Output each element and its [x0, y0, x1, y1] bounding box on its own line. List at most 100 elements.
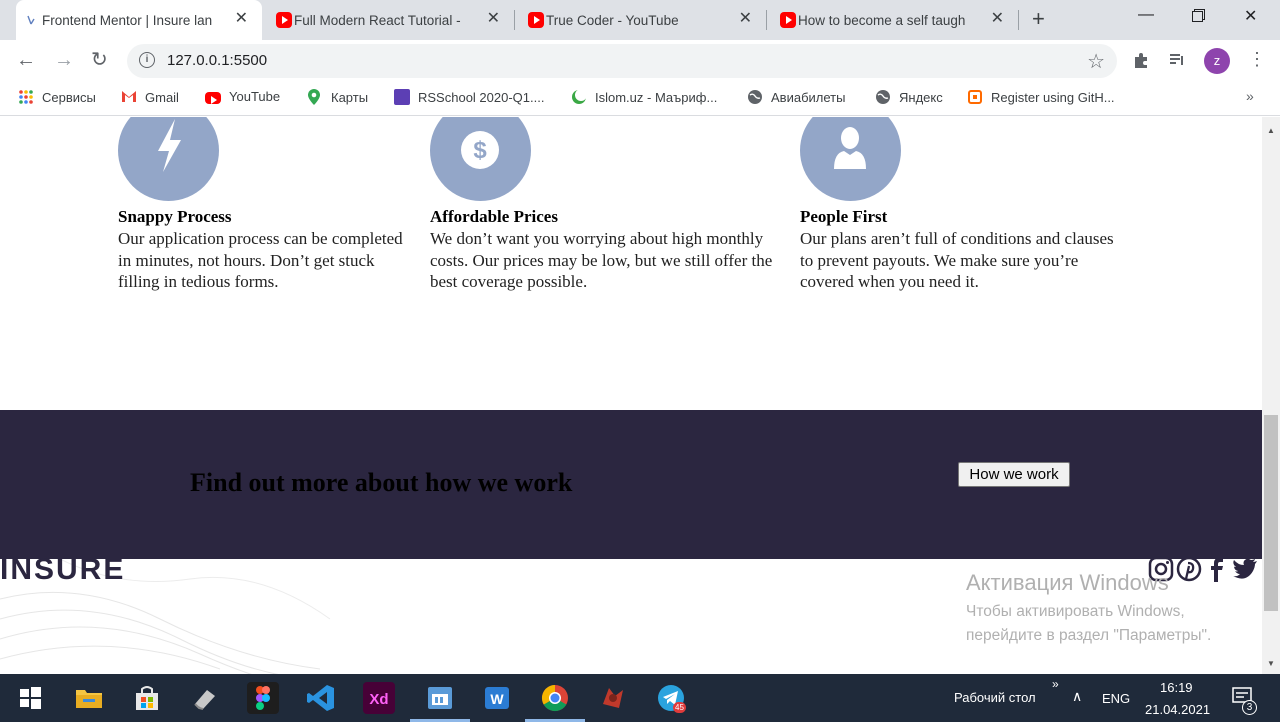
bookmark-rsschool[interactable]: RSSchool 2020-Q1.... [394, 89, 544, 105]
svg-text:Xd: Xd [369, 691, 388, 708]
page-scrollbar[interactable]: ▲ ▼ [1262, 117, 1280, 674]
reading-list-icon[interactable] [1168, 51, 1186, 74]
vscode-icon[interactable] [305, 682, 337, 714]
scroll-up-icon[interactable]: ▲ [1267, 126, 1275, 135]
profile-avatar[interactable]: z [1204, 48, 1230, 74]
close-icon[interactable]: ✕ [487, 11, 500, 27]
lightning-icon [158, 119, 181, 172]
rsschool-icon [394, 89, 410, 105]
tab-separator [514, 10, 515, 30]
bookmarks-overflow-icon[interactable]: » [1246, 88, 1254, 104]
tab-frontend-mentor[interactable]: Frontend Mentor | Insure lan ✕ [16, 0, 262, 40]
feature-title: Snappy Process [118, 207, 232, 226]
maps-pin-icon [307, 89, 323, 105]
browser-toolbar: ← → ↻ i 127.0.0.1:5500 ☆ [0, 40, 1280, 82]
new-tab-icon[interactable]: + [1032, 8, 1045, 30]
close-window-icon[interactable]: ✕ [1244, 6, 1257, 26]
twitter-icon[interactable] [1232, 556, 1258, 582]
tab-separator [1018, 10, 1019, 30]
feature-title: Affordable Prices [430, 207, 558, 226]
telegram-badge: 45 [673, 702, 686, 713]
game-app-icon[interactable] [597, 682, 629, 714]
globe-icon [875, 89, 891, 105]
feature-text: Our plans aren’t full of conditions and … [800, 229, 1114, 291]
tab-self-taught[interactable]: How to become a self taugh ✕ [772, 0, 1018, 40]
scrollbar-thumb[interactable] [1264, 415, 1278, 611]
bookmark-yandex[interactable]: Яндекс [875, 89, 943, 105]
bookmark-maps[interactable]: Карты [307, 89, 368, 105]
back-icon[interactable]: ← [16, 49, 36, 71]
figma-icon[interactable] [247, 682, 279, 714]
bookmark-gmail[interactable]: Gmail [121, 89, 179, 105]
facebook-icon[interactable] [1204, 556, 1230, 582]
person-icon [834, 127, 866, 169]
bookmark-services[interactable]: Сервисы [18, 89, 96, 105]
svg-text:$: $ [473, 137, 487, 164]
youtube-icon [205, 91, 221, 104]
telegram-icon[interactable]: 45 [655, 682, 687, 714]
forward-icon[interactable]: → [54, 49, 74, 71]
how-we-work-button[interactable]: How we work [958, 462, 1070, 487]
info-icon[interactable]: i [139, 52, 155, 68]
tab-strip: Frontend Mentor | Insure lan ✕ Full Mode… [0, 0, 1280, 40]
restore-icon[interactable] [1192, 9, 1205, 27]
desktop-chevron-icon[interactable]: » [1052, 677, 1059, 691]
notification-count: 3 [1242, 700, 1257, 715]
tray-overflow-icon[interactable]: ∧ [1072, 688, 1082, 705]
eraser-app-icon[interactable] [189, 682, 221, 714]
close-icon[interactable]: ✕ [739, 11, 752, 27]
scroll-down-icon[interactable]: ▼ [1267, 659, 1275, 668]
feature-icon-circle: $ [430, 117, 531, 201]
close-icon[interactable]: ✕ [235, 11, 248, 27]
feature-icon-circle [118, 117, 219, 201]
pinterest-icon[interactable] [1176, 556, 1202, 582]
windows-activation-text: Чтобы активировать Windows, перейдите в … [966, 603, 1212, 644]
page-footer: INSURE Активация Windows Чтобы активиров… [0, 553, 1262, 674]
bookmark-youtube[interactable]: YouTube [205, 89, 280, 104]
bookmark-star-icon[interactable]: ☆ [1087, 49, 1105, 74]
cta-heading: Find out more about how we work [190, 468, 573, 497]
bookmarks-bar: Сервисы Gmail YouTube Карты RSSchool 202… [0, 82, 1280, 116]
menu-icon[interactable]: ⋮ [1248, 49, 1266, 70]
clock-date[interactable]: 21.04.2021 [1145, 702, 1210, 717]
tab-true-coder[interactable]: True Coder - YouTube ✕ [520, 0, 766, 40]
adobe-xd-icon[interactable]: Xd [363, 682, 395, 714]
frontend-mentor-icon [24, 12, 40, 28]
store-icon[interactable] [131, 682, 163, 714]
clock-time[interactable]: 16:19 [1160, 680, 1193, 695]
page-viewport: Snappy Process Our application process c… [0, 117, 1262, 674]
gmail-icon [121, 89, 137, 105]
insure-logo[interactable]: INSURE [0, 553, 125, 587]
windows-activation-title: Активация Windows [966, 570, 1169, 595]
language-indicator[interactable]: ENG [1102, 691, 1130, 706]
extensions-icon[interactable] [1132, 51, 1150, 74]
bookmark-register-github[interactable]: Register using GitH... [967, 89, 1115, 105]
chrome-icon[interactable] [525, 682, 585, 722]
presentation-app-icon[interactable] [410, 682, 470, 722]
globe-icon [747, 89, 763, 105]
windows-start-icon[interactable] [14, 682, 46, 714]
gitpod-icon [967, 89, 983, 105]
address-bar[interactable]: i 127.0.0.1:5500 ☆ [127, 44, 1117, 78]
youtube-icon [276, 12, 292, 28]
feature-text: We don’t want you worrying about high mo… [430, 229, 773, 291]
youtube-icon [780, 12, 796, 28]
file-explorer-icon[interactable] [73, 682, 105, 714]
word-app-icon[interactable]: W [481, 682, 513, 714]
tab-separator [766, 10, 767, 30]
apps-grid-icon [18, 89, 34, 105]
bookmark-islom[interactable]: Islom.uz - Маъриф... [571, 89, 717, 105]
desktop-label[interactable]: Рабочий стол [954, 690, 1036, 705]
reload-icon[interactable]: ↻ [91, 49, 108, 71]
tab-react-tutorial[interactable]: Full Modern React Tutorial - ✕ [268, 0, 514, 40]
dollar-icon: $ [461, 131, 499, 169]
youtube-icon [528, 12, 544, 28]
bookmark-aviabilety[interactable]: Авиабилеты [747, 89, 845, 105]
svg-text:W: W [490, 691, 504, 707]
feature-title: People First [800, 207, 888, 226]
crescent-icon [571, 89, 587, 105]
url-text[interactable]: 127.0.0.1:5500 [167, 52, 267, 69]
minimize-icon[interactable]: — [1138, 6, 1154, 24]
windows-taskbar: Xd W 45 Рабочий стол » ∧ ENG 16:19 21.04… [0, 674, 1280, 722]
close-icon[interactable]: ✕ [991, 11, 1004, 27]
